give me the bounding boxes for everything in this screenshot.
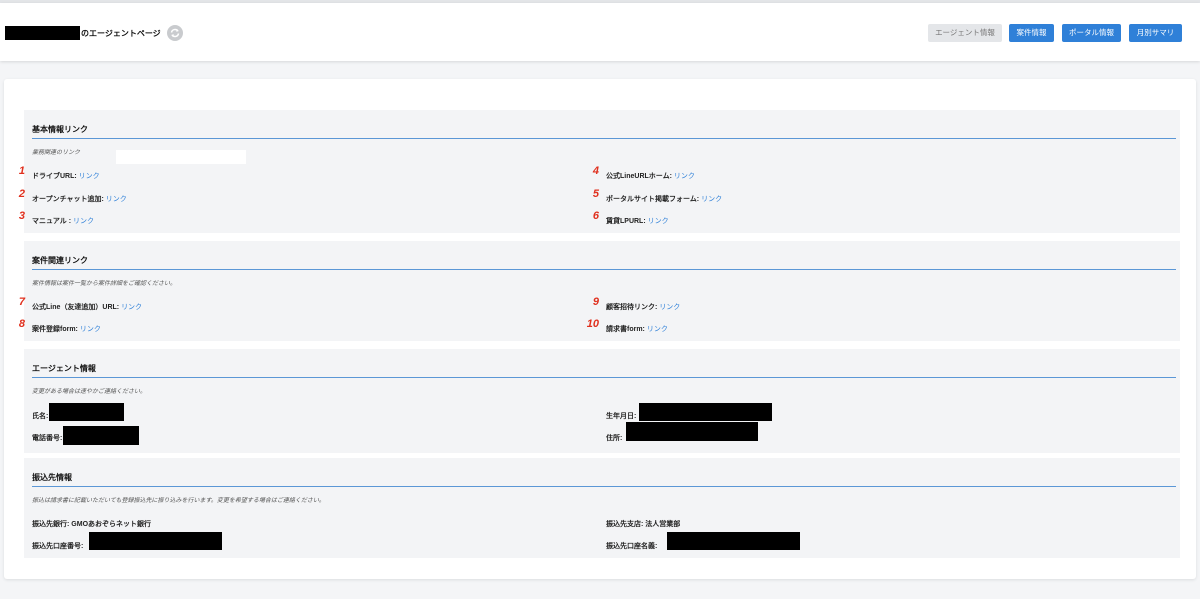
section-description: 振込は請求書に記載いただいても登録振込先に振り込みを行います。変更を希望する場合… [32,498,325,504]
project-info-button[interactable]: 案件情報 [1009,24,1054,42]
field-label: 電話番号: [32,435,63,442]
refresh-icon[interactable] [166,25,183,41]
section-description: 案件情報は案件一覧から案件詳細をご確認ください。 [32,281,177,287]
annotation-number: 5 [592,188,599,200]
annotation-number: 10 [586,318,599,330]
row-label: 公式Line（友達追加）URL: [32,304,120,311]
row-label: 案件登録form: [32,326,78,333]
field-value: 法人営業部 [645,521,681,528]
page-title: のエージェントページ [5,25,183,41]
row-label: マニュアル : [32,218,72,225]
line-friend-url-link[interactable]: リンク [121,304,142,311]
agent-info-section: エージェント情報 変更がある場合は速やかご連絡ください。 氏名: 電話番号: 生… [24,349,1180,453]
annotation-number: 2 [18,188,25,200]
customer-invite-row: 顧客招待リンク: リンク [606,302,680,312]
project-form-row: 案件登録form: リンク [32,324,101,334]
portal-form-link[interactable]: リンク [701,196,722,203]
field-label: 振込先銀行: [32,521,70,528]
manual-row: マニュアル : リンク [32,216,94,226]
bank-name-field: 振込先銀行: GMOあおぞらネット銀行 [32,519,151,529]
section-divider [32,486,1176,487]
drive-url-link[interactable]: リンク [79,173,100,180]
name-field: 氏名: [32,411,48,421]
monthly-summary-button[interactable]: 月別サマリ [1129,24,1182,42]
row-label: 公式LineURLホーム: [606,173,672,180]
portal-form-row: ポータルサイト掲載フォーム: リンク [606,194,722,204]
manual-link[interactable]: リンク [73,218,94,225]
annotation-number: 8 [18,318,25,330]
row-label: 請求書form: [606,326,645,333]
rental-lp-row: 賃貸LPURL: リンク [606,216,669,226]
phone-field: 電話番号: [32,433,62,443]
redacted-account-name [667,532,800,550]
section-title: 振込先情報 [32,473,72,482]
open-chat-link[interactable]: リンク [106,196,127,203]
invoice-form-link[interactable]: リンク [647,326,668,333]
redacted-address [626,422,758,441]
annotation-number: 9 [592,296,599,308]
page-title-text: のエージェントページ [81,28,161,38]
invoice-form-row: 請求書form: リンク [606,324,668,334]
row-label: 顧客招待リンク: [606,304,658,311]
project-form-link[interactable]: リンク [80,326,101,333]
agent-info-button[interactable]: エージェント情報 [928,24,1002,42]
section-divider [32,138,1176,139]
section-description: 変更がある場合は速やかご連絡ください。 [32,389,147,395]
redacted-name [49,403,124,421]
section-divider [32,377,1176,378]
portal-info-button[interactable]: ポータル情報 [1062,24,1121,42]
annotation-number: 1 [18,165,25,177]
bank-info-section: 振込先情報 振込は請求書に記載いただいても登録振込先に振り込みを行います。変更を… [24,458,1180,558]
field-value: GMOあおぞらネット銀行 [71,521,152,528]
annotation-number: 6 [592,210,599,222]
basic-links-section: 基本情報リンク 業務関連のリンク 1 ドライブURL: リンク 2 オープンチャ… [19,110,1180,233]
address-field: 住所: [606,433,622,443]
line-friend-url-row: 公式Line（友達追加）URL: リンク [32,302,142,312]
field-label: 振込先口座名義: [606,543,658,550]
blank-area [116,150,246,164]
annotation-number: 7 [18,296,25,308]
account-name-field: 振込先口座名義: [606,541,657,551]
field-label: 住所: [606,435,623,442]
birthdate-field: 生年月日: [606,411,636,421]
account-number-field: 振込先口座番号: [32,541,83,551]
section-description: 業務関連のリンク [32,150,81,156]
redacted-birthdate [639,403,772,421]
field-label: 振込先支店: [606,521,644,528]
redacted-phone [63,426,139,445]
line-url-home-link[interactable]: リンク [674,173,695,180]
section-title: 案件関連リンク [32,256,88,265]
redacted-agent-name [5,26,80,40]
annotation-number: 4 [592,165,599,177]
redacted-account-number [89,532,222,550]
open-chat-row: オープンチャット追加: リンク [32,194,127,204]
annotation-number: 3 [18,210,25,222]
section-divider [32,269,1176,270]
main-card: 基本情報リンク 業務関連のリンク 1 ドライブURL: リンク 2 オープンチャ… [4,79,1196,579]
row-label: 賃貸LPURL: [606,218,646,225]
line-url-home-row: 公式LineURLホーム: リンク [606,171,695,181]
section-title: エージェント情報 [32,364,96,373]
row-label: ポータルサイト掲載フォーム: [606,196,700,203]
section-title: 基本情報リンク [32,125,88,134]
drive-url-row: ドライブURL: リンク [32,171,100,181]
field-label: 生年月日: [606,413,637,420]
row-label: オープンチャット追加: [32,196,104,203]
field-label: 氏名: [32,413,49,420]
branch-field: 振込先支店: 法人営業部 [606,519,680,529]
rental-lp-link[interactable]: リンク [648,218,669,225]
customer-invite-link[interactable]: リンク [659,304,680,311]
row-label: ドライブURL: [32,173,77,180]
page-header: のエージェントページ エージェント情報 案件情報 ポータル情報 月別サマリ [0,3,1200,61]
project-links-section: 案件関連リンク 案件情報は案件一覧から案件詳細をご確認ください。 7 公式Lin… [19,241,1180,341]
field-label: 振込先口座番号: [32,543,84,550]
